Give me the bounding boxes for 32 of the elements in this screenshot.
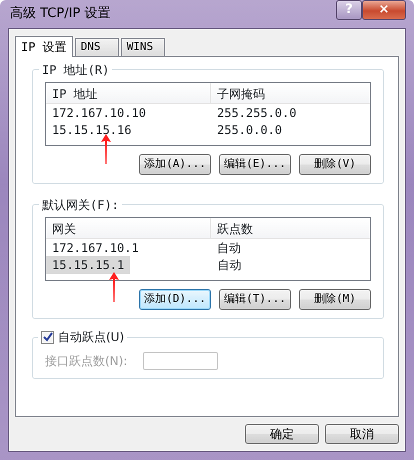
table-cell[interactable]: 255.0.0.0: [211, 120, 370, 138]
tab[interactable]: IP 设置: [15, 36, 73, 57]
button[interactable]: 编辑(T)...: [219, 289, 291, 310]
column-header[interactable]: 网关: [46, 218, 211, 238]
button[interactable]: 取消: [325, 424, 399, 444]
column-header[interactable]: 子网掩码: [211, 83, 370, 103]
button[interactable]: 添加(D)...: [139, 289, 211, 310]
button[interactable]: 删除(M): [299, 289, 371, 310]
group-label: 默认网关(F):: [39, 196, 122, 214]
button[interactable]: 添加(A)...: [139, 154, 211, 175]
table-cell[interactable]: 15.15.15.16: [46, 120, 211, 138]
tab[interactable]: WINS: [120, 38, 165, 56]
arrow-icon: [101, 134, 111, 164]
window-title: 高级 TCP/IP 设置: [9, 5, 110, 24]
table-cell[interactable]: 172.167.10.1: [46, 238, 211, 256]
column-header[interactable]: 跃点数: [211, 218, 370, 238]
arrow-icon: [109, 272, 119, 302]
close-button[interactable]: ×: [362, 0, 406, 20]
table-cell[interactable]: 255.255.0.0: [211, 104, 370, 122]
table-cell[interactable]: 自动: [211, 238, 370, 256]
tab[interactable]: DNS: [74, 38, 119, 56]
button[interactable]: 确定: [245, 424, 319, 444]
group-label: IP 地址(R): [39, 61, 112, 79]
table-cell[interactable]: 172.167.10.10: [46, 104, 211, 122]
table-cell[interactable]: 15.15.15.1: [46, 256, 130, 274]
button[interactable]: 编辑(E)...: [219, 154, 291, 175]
table-cell[interactable]: 自动: [211, 256, 370, 274]
checkbox-label: 自动跃点(U): [58, 329, 124, 345]
field-label: 接口跃点数(N):: [45, 353, 128, 370]
checkbox[interactable]: [41, 330, 54, 344]
column-header[interactable]: IP 地址: [46, 83, 211, 103]
button[interactable]: 删除(V): [299, 154, 371, 175]
